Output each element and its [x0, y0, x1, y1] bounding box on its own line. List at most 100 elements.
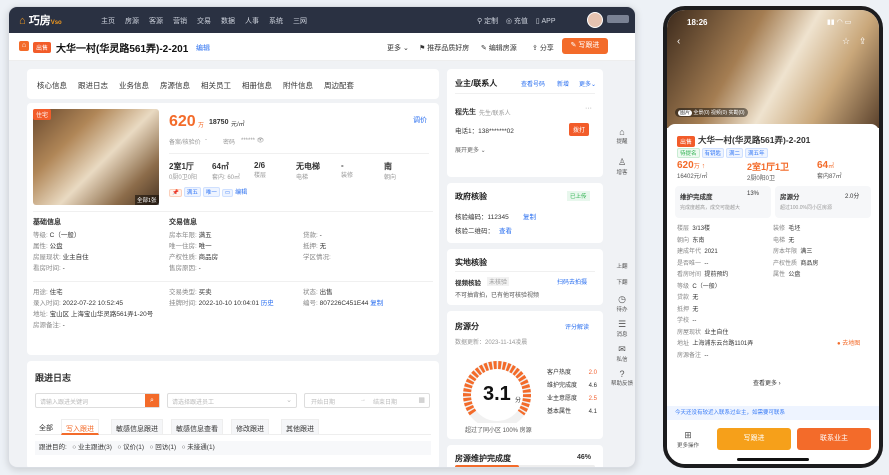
media-tab-photo[interactable]: 图片 [678, 110, 693, 116]
ftab-write[interactable]: 写入跟进 [61, 419, 99, 435]
copy-id-link[interactable]: 复制 [370, 300, 383, 307]
dm-button[interactable]: ✉ 私信 [611, 344, 633, 363]
media-tab-pano[interactable]: 全景(0) [693, 110, 709, 116]
spec-1: 64㎡ 套内: 60㎡ [212, 162, 241, 181]
nav-hr[interactable]: 人事 [245, 18, 259, 25]
onsite-heading: 实地核验 [455, 258, 487, 267]
trade-row: 唯一住房: 唯一 [169, 243, 212, 250]
tab-listing[interactable]: 房源信息 [160, 81, 190, 90]
tab-attachment[interactable]: 附件信息 [283, 81, 313, 90]
see-more-link[interactable]: 查看更多 › [753, 378, 781, 387]
ftab-all[interactable]: 全部 [39, 423, 53, 433]
maint-value: 46% [577, 454, 592, 461]
user-name[interactable] [607, 15, 629, 23]
scan-shoot-link[interactable]: 扫码去拍摄 [557, 277, 587, 286]
search-icon[interactable]: ⌕ [145, 394, 159, 407]
call-button[interactable]: 拨打 [569, 123, 590, 136]
back-icon[interactable]: ‹ [677, 36, 680, 47]
nav-data[interactable]: 数据 [221, 18, 235, 25]
price-unit: 万 [198, 123, 205, 129]
mobile-sale-tag: 出售 [677, 136, 696, 147]
app-button[interactable]: ▯ APP [536, 18, 556, 25]
password-value[interactable]: ****** 👁 [241, 137, 264, 144]
map-link[interactable]: ● 去地图 [837, 339, 860, 351]
pin-icon: 📌 [169, 189, 182, 197]
favorite-icon[interactable]: ☆ [842, 36, 850, 47]
tab-staff[interactable]: 相关员工 [201, 81, 231, 90]
mobile-notice[interactable]: 今天还没有较近入联系过业主，如需要可联系 [667, 406, 879, 420]
page-down-button[interactable]: 下翻 [611, 278, 633, 286]
nav-system[interactable]: 系统 [269, 18, 283, 25]
mobile-title: 大华一村(华灵路561弄)-2-201 [698, 135, 811, 145]
media-tab-survey[interactable]: 实勘(0) [728, 110, 744, 116]
page-up-button[interactable]: 上翻 [611, 262, 633, 270]
nav-listing[interactable]: 房源 [125, 18, 139, 25]
expand-more-link[interactable]: 展开更多 ⌄ [455, 145, 486, 154]
spec-4: - 装修 [341, 161, 354, 179]
history-link[interactable]: 历史 [261, 300, 274, 307]
add-contact-link[interactable]: 新增 [557, 79, 569, 88]
customize-button[interactable]: ⚲ 定制 [477, 18, 498, 25]
owner-more-link[interactable]: 更多⌄ [579, 79, 596, 88]
tab-nearby[interactable]: 周边配套 [324, 81, 354, 90]
add-client-button[interactable]: ♙ 增客 [611, 157, 633, 176]
mobile-followup-button[interactable]: 写跟进 [717, 428, 791, 450]
staff-select[interactable]: 请选择跟进员工 ⌄ [167, 393, 297, 408]
edit-listing-button[interactable]: ✎ 编辑房源 [481, 43, 517, 53]
ftab-sensitive[interactable]: 敏感信息跟进 [111, 419, 163, 435]
recommend-button[interactable]: ⚑ 推荐品质好房 [419, 43, 469, 53]
tab-business[interactable]: 业务信息 [119, 81, 149, 90]
ftab-view[interactable]: 敏感信息查看 [171, 419, 223, 435]
listing-photo[interactable] [33, 109, 159, 205]
nav-right: ⚲ 定制 ◎ 充值 ▯ APP [477, 16, 556, 26]
filter-bargain[interactable]: ○ 议价(1) [117, 444, 144, 451]
nav-client[interactable]: 客源 [149, 18, 163, 25]
adjust-price-link[interactable]: 调价 [413, 115, 427, 125]
todo-button[interactable]: ◷ 待办 [611, 294, 633, 313]
tab-core[interactable]: 核心信息 [37, 81, 67, 90]
mobile-row: 是否唯一 -- 产权性质 商品房 [677, 260, 819, 267]
app-logo[interactable]: ⌂ 巧房Vso [19, 12, 62, 28]
mobile-maint-card[interactable]: 维护完成度 13% 完成度越高，成交可能越大 [675, 186, 771, 218]
nav-portal[interactable]: 三网 [293, 18, 307, 25]
share-button[interactable]: ⇪ 分享 [532, 43, 554, 53]
copy-code-link[interactable]: 复制 [523, 211, 536, 221]
more-dots-icon[interactable]: ··· [585, 105, 592, 112]
trade-row: 贷款: - [303, 232, 322, 239]
avatar[interactable] [587, 12, 603, 28]
share-icon[interactable]: ⇪ [859, 36, 867, 47]
filter-missed[interactable]: ○ 未接通(1) [182, 444, 215, 451]
recharge-button[interactable]: ◎ 充值 [506, 18, 528, 25]
view-qr-link[interactable]: 查看 [499, 225, 512, 235]
media-tab-video[interactable]: 视频(0) [711, 110, 727, 116]
mobile-score-card[interactable]: 房源分 2.0分 超过100.0%同小区房源 [775, 186, 871, 218]
nav-deal[interactable]: 交易 [197, 18, 211, 25]
tab-album[interactable]: 相册信息 [242, 81, 272, 90]
followup-search-input[interactable]: 请输入跟进关键词 ⌕ [35, 393, 160, 408]
mobile-bottom-bar: ⊞ 更多操作 写跟进 联系业主 [667, 420, 879, 464]
edit-chips-link[interactable]: 编辑 [235, 190, 247, 196]
write-followup-button[interactable]: ✎ 写跟进 [562, 38, 608, 54]
more-menu[interactable]: 更多 ⌄ [387, 43, 409, 53]
nav-marketing[interactable]: 营销 [173, 18, 187, 25]
contact-owner-button[interactable]: 联系业主 [797, 428, 871, 450]
photo-count[interactable]: 全部1张 [135, 195, 159, 205]
ftab-edit[interactable]: 修改跟进 [231, 419, 269, 435]
divider [33, 281, 433, 282]
score-explain-link[interactable]: 评分解读 [565, 322, 589, 331]
view-number-link[interactable]: 查看号码 [521, 79, 545, 88]
message-button[interactable]: ☰ 消息 [611, 319, 633, 338]
help-button[interactable]: ? 帮助反馈 [611, 369, 633, 387]
maint-heading: 房源维护完成度 [455, 454, 511, 463]
edit-title-link[interactable]: 编辑 [196, 43, 210, 53]
filter-owner[interactable]: ○ 业主跟进(3) [72, 444, 112, 451]
filter-revisit[interactable]: ○ 回访(1) [149, 444, 176, 451]
tab-followup[interactable]: 跟进日志 [78, 81, 108, 90]
reminder-button[interactable]: ⌂ 提醒 [611, 127, 633, 145]
mobile-chips: 待提名 有钥匙 满二 满五年 [677, 148, 770, 158]
nav-home[interactable]: 主页 [101, 18, 115, 25]
main-menu: 主页 房源 客源 营销 交易 数据 人事 系统 三网 [101, 16, 317, 26]
ftab-other[interactable]: 其他跟进 [281, 419, 319, 435]
more-actions-button[interactable]: ⊞ 更多操作 [677, 430, 699, 449]
date-range-picker[interactable]: 开始日期 → 结束日期 ▦ [304, 393, 430, 408]
